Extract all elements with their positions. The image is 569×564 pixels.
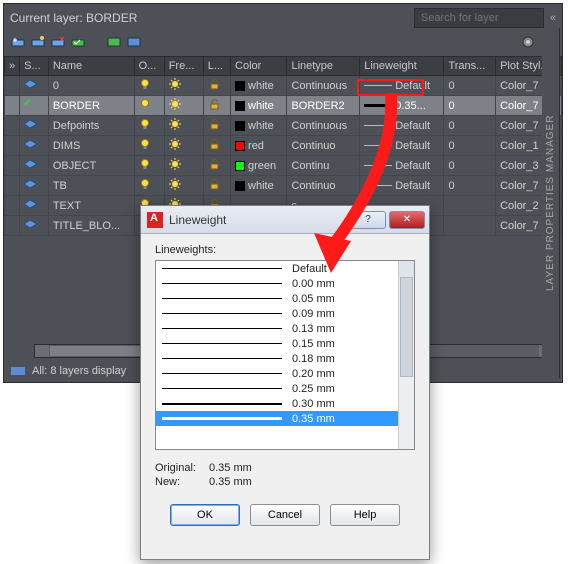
lineweight-option[interactable]: 0.00 mm xyxy=(156,276,398,291)
layer-states-icon[interactable] xyxy=(106,34,122,50)
toolbar xyxy=(4,32,562,56)
lineweight-option[interactable]: 0.18 mm xyxy=(156,351,398,366)
table-row[interactable]: DefpointswhiteContinuousDefault0Color_7 xyxy=(5,116,562,136)
lineweight-option[interactable]: 0.25 mm xyxy=(156,381,398,396)
collapse-icon[interactable]: « xyxy=(550,12,556,24)
lineweight-listbox[interactable]: Default0.00 mm0.05 mm0.09 mm0.13 mm0.15 … xyxy=(155,260,415,450)
panel-header: Current layer: BORDER « xyxy=(4,4,562,32)
app-icon xyxy=(147,212,163,228)
current-layer-icon xyxy=(24,99,35,110)
column-header[interactable]: L... xyxy=(203,57,230,76)
lineweight-option[interactable]: 0.09 mm xyxy=(156,306,398,321)
column-header[interactable]: S... xyxy=(20,57,49,76)
table-row[interactable]: 0whiteContinuousDefault0Color_7 xyxy=(5,76,562,96)
layer-icon xyxy=(24,200,36,208)
ok-button[interactable]: OK xyxy=(170,504,240,526)
layer-icon xyxy=(24,220,36,228)
search-input[interactable] xyxy=(414,8,544,28)
lineweights-label: Lineweights: xyxy=(155,244,415,256)
delete-layer-icon[interactable] xyxy=(50,34,66,50)
original-value: 0.35 mm xyxy=(209,462,252,474)
lineweight-option[interactable]: 0.13 mm xyxy=(156,321,398,336)
layer-icon xyxy=(24,180,36,188)
column-header[interactable]: Name xyxy=(48,57,134,76)
panel-title: Current layer: BORDER xyxy=(10,11,414,25)
table-row[interactable]: BORDERwhiteBORDER20.35...0Color_7 xyxy=(5,96,562,116)
new-label: New: xyxy=(155,476,203,488)
lineweight-option[interactable]: 0.30 mm xyxy=(156,396,398,411)
list-scrollbar[interactable] xyxy=(398,261,414,449)
lineweight-option[interactable]: 0.15 mm xyxy=(156,336,398,351)
original-label: Original: xyxy=(155,462,203,474)
column-header[interactable]: Color xyxy=(231,57,287,76)
layer-icon xyxy=(24,120,36,128)
close-icon[interactable]: ✕ xyxy=(389,211,425,229)
table-row[interactable]: OBJECTgreenContinuDefault0Color_3 xyxy=(5,156,562,176)
lineweight-option[interactable]: 0.20 mm xyxy=(156,366,398,381)
help-button[interactable]: Help xyxy=(330,504,400,526)
new-value: 0.35 mm xyxy=(209,476,252,488)
dialog-help-icon[interactable]: ? xyxy=(350,211,386,229)
settings-icon[interactable] xyxy=(520,34,536,50)
column-header[interactable]: Fre... xyxy=(164,57,203,76)
new-layer-icon[interactable] xyxy=(10,34,26,50)
new-layer-freeze-icon[interactable] xyxy=(30,34,46,50)
table-row[interactable]: DIMSredContinuoDefault0Color_1 xyxy=(5,136,562,156)
layer-icon xyxy=(24,160,36,168)
layer-icon xyxy=(24,140,36,148)
column-header[interactable]: O... xyxy=(134,57,164,76)
layer-icon xyxy=(24,80,36,88)
dialog-titlebar[interactable]: Lineweight ? ✕ xyxy=(141,206,429,234)
column-header[interactable]: Lineweight xyxy=(360,57,444,76)
lineweight-dialog: Lineweight ? ✕ Lineweights: Default0.00 … xyxy=(140,205,430,560)
set-current-icon[interactable] xyxy=(70,34,86,50)
lineweight-option[interactable]: 0.35 mm xyxy=(156,411,398,426)
lineweight-option[interactable]: 0.05 mm xyxy=(156,291,398,306)
lineweight-option[interactable]: Default xyxy=(156,261,398,276)
dialog-title: Lineweight xyxy=(169,213,347,227)
layer-filter-icon[interactable] xyxy=(126,34,142,50)
column-header[interactable]: Linetype xyxy=(287,57,360,76)
table-row[interactable]: TBwhiteContinuoDefault0Color_7 xyxy=(5,176,562,196)
cancel-button[interactable]: Cancel xyxy=(250,504,320,526)
filter-toggle-icon[interactable] xyxy=(10,363,26,379)
sidebar-tab-label[interactable]: LAYER PROPERTIES MANAGER xyxy=(542,28,560,378)
column-header[interactable]: Trans... xyxy=(444,57,496,76)
layer-count-label: All: 8 layers display xyxy=(32,365,126,377)
